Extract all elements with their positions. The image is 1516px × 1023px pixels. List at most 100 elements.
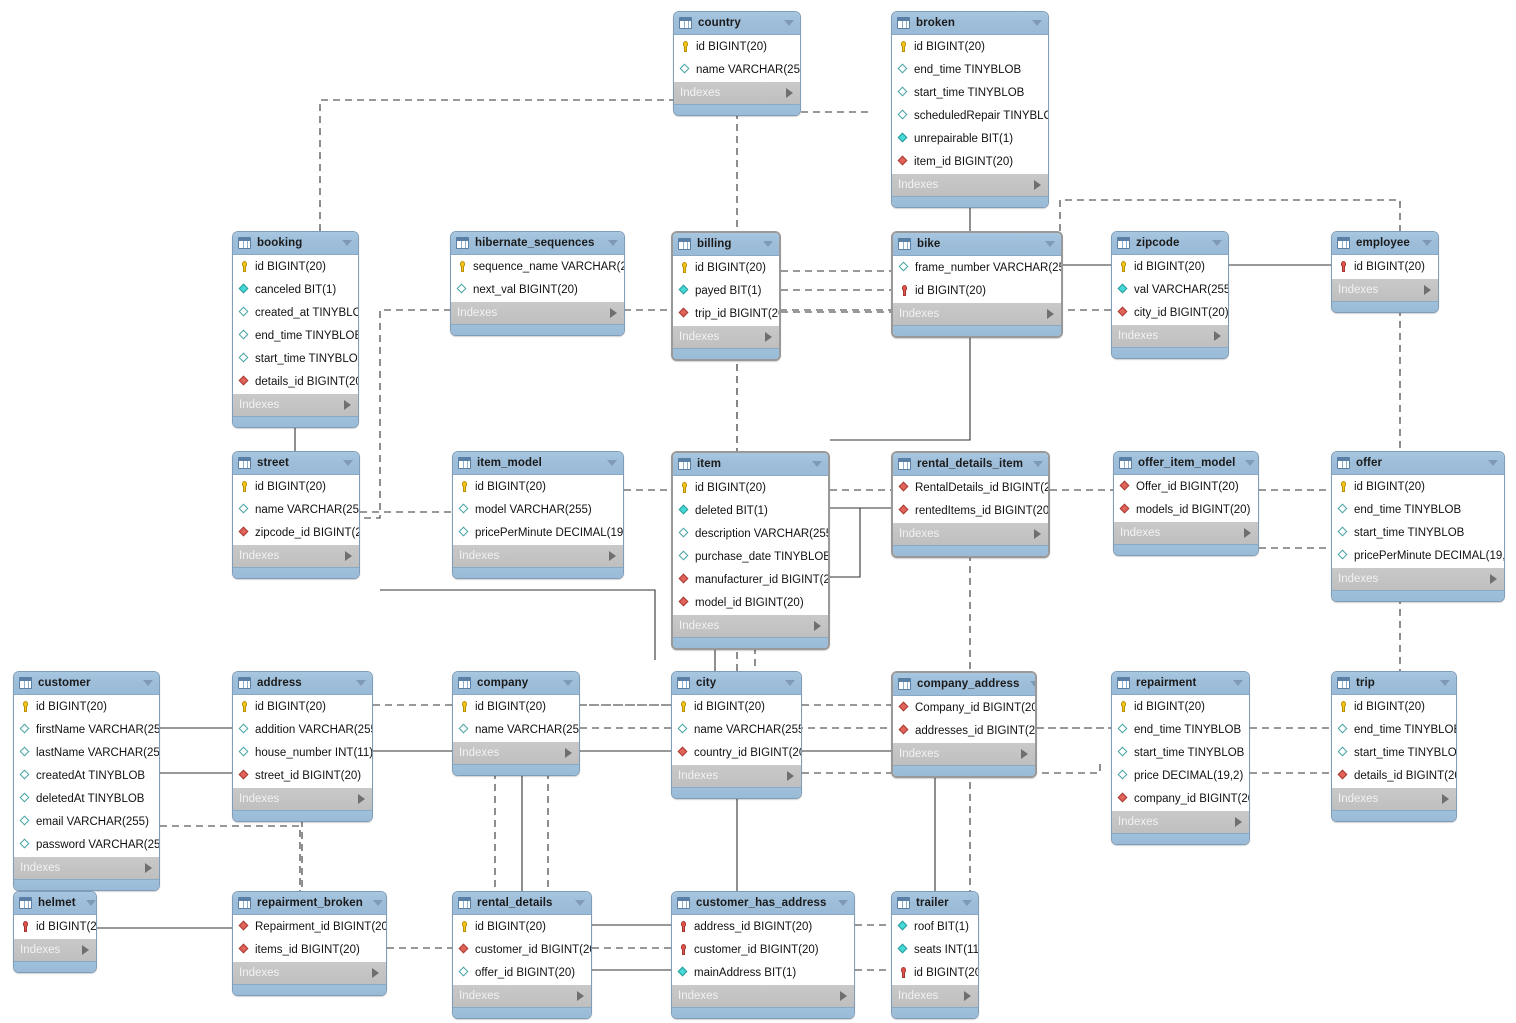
chevron-right-icon[interactable]	[1021, 749, 1028, 759]
column-row[interactable]: rentedItems_id BIGINT(20)	[893, 499, 1048, 522]
column-row[interactable]: id BIGINT(20)	[1112, 695, 1249, 718]
column-row[interactable]: purchase_date TINYBLOB	[673, 545, 828, 568]
chevron-down-icon[interactable]	[1245, 460, 1256, 466]
column-row[interactable]: name VARCHAR(255)	[672, 718, 801, 741]
chevron-right-icon[interactable]	[145, 863, 152, 873]
chevron-right-icon[interactable]	[786, 88, 793, 98]
indexes-section-rental_details[interactable]: Indexes	[453, 984, 591, 1007]
indexes-section-zipcode[interactable]: Indexes	[1112, 324, 1228, 347]
chevron-down-icon[interactable]	[343, 460, 353, 466]
column-row[interactable]: id BIGINT(20)	[1332, 475, 1504, 498]
column-row[interactable]: items_id BIGINT(20)	[233, 938, 386, 961]
table-rental_details[interactable]: rental_details id BIGINT(20) customer_id B…	[452, 891, 592, 1019]
column-row[interactable]: Company_id BIGINT(20)	[893, 696, 1035, 719]
column-row[interactable]: end_time TINYBLOB	[1332, 498, 1504, 521]
chevron-down-icon[interactable]	[785, 680, 795, 686]
table-header-bike[interactable]: bike	[893, 233, 1061, 256]
chevron-right-icon[interactable]	[344, 400, 351, 410]
column-row[interactable]: id BIGINT(20)	[1332, 695, 1456, 718]
chevron-right-icon[interactable]	[1034, 529, 1041, 539]
table-customer_has_address[interactable]: customer_has_address address_id BIGINT(20…	[671, 891, 855, 1019]
indexes-section-trip[interactable]: Indexes	[1332, 787, 1456, 810]
column-row[interactable]: email VARCHAR(255)	[14, 810, 159, 833]
column-row[interactable]: deleted BIT(1)	[673, 499, 828, 522]
table-city[interactable]: city id BIGINT(20) name VARCHAR(255) countr…	[671, 671, 802, 799]
column-row[interactable]: createdAt TINYBLOB	[14, 764, 159, 787]
column-row[interactable]: addition VARCHAR(255)	[233, 718, 372, 741]
table-billing[interactable]: billing id BIGINT(20) payed BIT(1) trip_id …	[671, 231, 781, 361]
table-header-zipcode[interactable]: zipcode	[1112, 232, 1228, 255]
table-header-country[interactable]: country	[674, 12, 800, 35]
column-row[interactable]: firstName VARCHAR(255)	[14, 718, 159, 741]
column-row[interactable]: id BIGINT(20)	[674, 35, 800, 58]
indexes-section-item_model[interactable]: Indexes	[453, 544, 623, 567]
table-company_address[interactable]: company_address Company_id BIGINT(20) addr…	[891, 671, 1037, 778]
table-broken[interactable]: broken id BIGINT(20) end_time TINYBLOB star…	[891, 11, 1049, 208]
chevron-down-icon[interactable]	[1212, 240, 1222, 246]
column-row[interactable]: canceled BIT(1)	[233, 278, 358, 301]
indexes-section-hibernate_sequences[interactable]: Indexes	[451, 301, 624, 324]
indexes-section-company_address[interactable]: Indexes	[893, 742, 1035, 765]
indexes-section-broken[interactable]: Indexes	[892, 173, 1048, 196]
chevron-right-icon[interactable]	[1047, 309, 1054, 319]
column-row[interactable]: roof BIT(1)	[892, 915, 978, 938]
table-header-booking[interactable]: booking	[233, 232, 358, 255]
chevron-right-icon[interactable]	[1424, 285, 1431, 295]
column-row[interactable]: id BIGINT(20)	[233, 255, 358, 278]
table-address[interactable]: address id BIGINT(20) addition VARCHAR(255…	[232, 671, 373, 822]
column-row[interactable]: val VARCHAR(255)	[1112, 278, 1228, 301]
eer-diagram-canvas[interactable]: country id BIGINT(20) name VARCHAR(255) Ind…	[0, 0, 1516, 1023]
chevron-right-icon[interactable]	[82, 945, 89, 955]
chevron-down-icon[interactable]	[143, 680, 153, 686]
chevron-down-icon[interactable]	[1422, 240, 1432, 246]
table-booking[interactable]: booking id BIGINT(20) canceled BIT(1) creat…	[232, 231, 359, 428]
table-helmet[interactable]: helmet id BIGINT(20) Indexes	[13, 891, 97, 973]
column-row[interactable]: end_time TINYBLOB	[892, 58, 1048, 81]
column-row[interactable]: RentalDetails_id BIGINT(20)	[893, 476, 1048, 499]
column-row[interactable]: start_time TINYBLOB	[1332, 741, 1456, 764]
column-row[interactable]: sequence_name VARCHAR(255)	[451, 255, 624, 278]
column-row[interactable]: id BIGINT(20)	[892, 961, 978, 984]
chevron-right-icon[interactable]	[765, 332, 772, 342]
column-row[interactable]: name VARCHAR(255)	[674, 58, 800, 81]
column-row[interactable]: details_id BIGINT(20)	[1332, 764, 1456, 787]
column-row[interactable]: addresses_id BIGINT(20)	[893, 719, 1035, 742]
table-header-company_address[interactable]: company_address	[893, 673, 1035, 696]
table-header-rental_details_item[interactable]: rental_details_item	[893, 453, 1048, 476]
table-hibernate_sequences[interactable]: hibernate_sequences sequence_name VARCHAR…	[450, 231, 625, 336]
column-row[interactable]: id BIGINT(20)	[14, 695, 159, 718]
chevron-right-icon[interactable]	[1235, 817, 1242, 827]
column-row[interactable]: id BIGINT(20)	[1332, 255, 1438, 278]
indexes-section-customer_has_address[interactable]: Indexes	[672, 984, 854, 1007]
column-row[interactable]: id BIGINT(20)	[453, 695, 579, 718]
table-repairment[interactable]: repairment id BIGINT(20) end_time TINYBLOB…	[1111, 671, 1250, 845]
indexes-section-helmet[interactable]: Indexes	[14, 938, 96, 961]
column-row[interactable]: street_id BIGINT(20)	[233, 764, 372, 787]
column-row[interactable]: start_time TINYBLOB	[892, 81, 1048, 104]
column-row[interactable]: payed BIT(1)	[673, 279, 779, 302]
column-row[interactable]: end_time TINYBLOB	[233, 324, 358, 347]
table-header-customer[interactable]: customer	[14, 672, 159, 695]
chevron-down-icon[interactable]	[356, 680, 366, 686]
table-header-city[interactable]: city	[672, 672, 801, 695]
table-employee[interactable]: employee id BIGINT(20) Indexes	[1331, 231, 1439, 313]
table-header-item_model[interactable]: item_model	[453, 452, 623, 475]
chevron-right-icon[interactable]	[787, 771, 794, 781]
column-row[interactable]: Repairment_id BIGINT(20)	[233, 915, 386, 938]
column-row[interactable]: id BIGINT(20)	[233, 695, 372, 718]
indexes-section-street[interactable]: Indexes	[233, 544, 359, 567]
table-company[interactable]: company id BIGINT(20) name VARCHAR(255) Ind…	[452, 671, 580, 776]
column-row[interactable]: id BIGINT(20)	[233, 475, 359, 498]
table-header-repairment[interactable]: repairment	[1112, 672, 1249, 695]
column-row[interactable]: details_id BIGINT(20)	[233, 370, 358, 393]
table-header-trailer[interactable]: trailer	[892, 892, 978, 915]
column-row[interactable]: company_id BIGINT(20)	[1112, 787, 1249, 810]
indexes-section-billing[interactable]: Indexes	[673, 325, 779, 348]
table-rental_details_item[interactable]: rental_details_item RentalDetails_id BIGI…	[891, 451, 1050, 558]
chevron-down-icon[interactable]	[85, 900, 96, 906]
table-item_model[interactable]: item_model id BIGINT(20) model VARCHAR(255…	[452, 451, 624, 579]
indexes-section-offer_item_model[interactable]: Indexes	[1114, 521, 1258, 544]
column-row[interactable]: pricePerMinute DECIMAL(19,2)	[1332, 544, 1504, 567]
column-row[interactable]: name VARCHAR(255)	[233, 498, 359, 521]
column-row[interactable]: id BIGINT(20)	[453, 475, 623, 498]
